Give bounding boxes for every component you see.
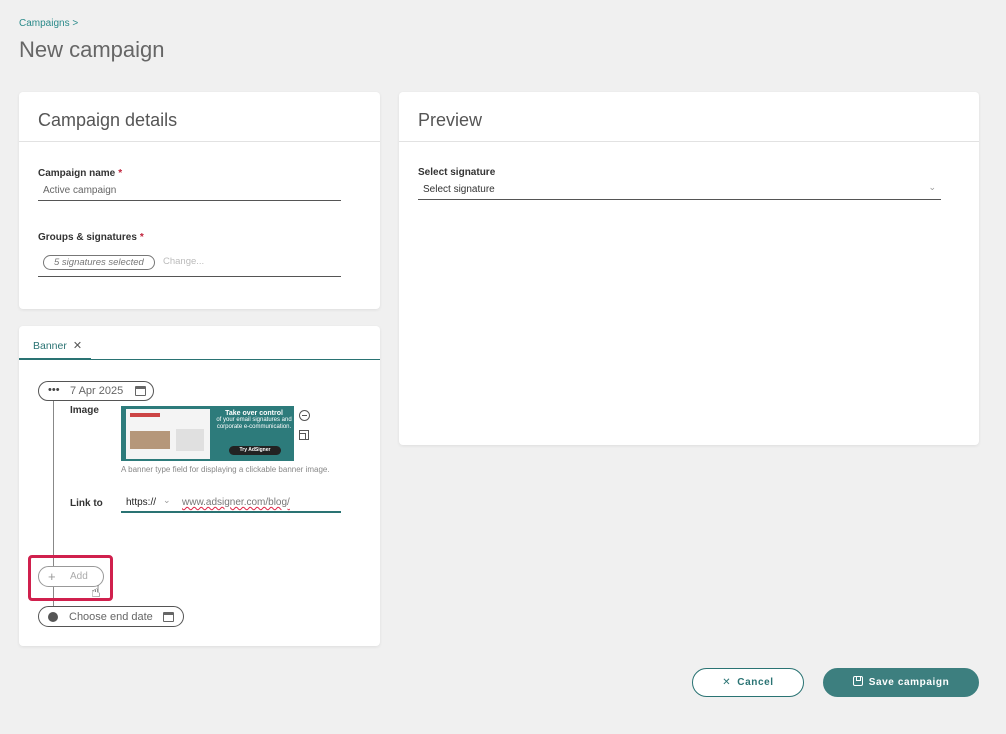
save-label: Save campaign [868, 677, 950, 688]
preview-title: Preview [399, 92, 979, 142]
end-dot-icon [48, 612, 58, 622]
tab-banner-label: Banner [33, 340, 67, 352]
select-signature-label: Select signature [418, 167, 496, 178]
hand-cursor-icon: ☝ [91, 584, 101, 601]
breadcrumb[interactable]: Campaigns > [19, 18, 78, 29]
cancel-button[interactable]: ✕ Cancel [692, 668, 804, 697]
end-date-label: Choose end date [69, 611, 153, 623]
banner-text: Take over control of your email signatur… [215, 410, 293, 431]
chevron-down-icon[interactable]: ⌄ [163, 495, 171, 506]
page-title: New campaign [19, 37, 165, 62]
calendar-icon[interactable] [135, 386, 146, 396]
banner-photo [130, 431, 170, 449]
chevron-down-icon: ⌄ [928, 182, 936, 192]
add-label: Add [70, 571, 88, 582]
image-help-text: A banner type field for displaying a cli… [121, 465, 330, 474]
link-to-label: Link to [70, 498, 103, 509]
image-label: Image [70, 405, 99, 416]
resize-image-icon[interactable] [299, 430, 309, 440]
groups-signatures-field[interactable]: 5 signatures selected Change... [38, 251, 341, 277]
close-icon: ✕ [722, 677, 732, 688]
start-date-value: 7 Apr 2025 [70, 385, 124, 397]
groups-signatures-label: Groups & signatures * [38, 232, 144, 243]
cancel-label: Cancel [737, 677, 774, 688]
close-icon[interactable]: ✕ [73, 340, 82, 352]
save-campaign-button[interactable]: Save campaign [823, 668, 979, 697]
banner-headline: Take over control [225, 410, 283, 417]
tab-strip: Banner ✕ [19, 326, 380, 360]
more-options-icon[interactable]: ••• [48, 384, 60, 396]
banner-cta: Try AdSigner [229, 446, 281, 455]
required-mark: * [139, 232, 144, 243]
start-date-pill[interactable]: ••• 7 Apr 2025 [38, 381, 154, 401]
link-field: https:// ⌄ www.adsigner.com/blog/ [121, 494, 341, 513]
banner-image[interactable]: Take over control of your email signatur… [121, 406, 294, 461]
signature-select[interactable]: Select signature ⌄ [418, 181, 941, 200]
plus-icon: + [48, 569, 56, 584]
change-link[interactable]: Change... [163, 256, 204, 267]
campaign-details-title: Campaign details [19, 92, 380, 142]
required-mark: * [118, 168, 123, 179]
campaign-name-label: Campaign name * [38, 168, 123, 179]
tab-banner[interactable]: Banner ✕ [19, 326, 91, 360]
campaign-details-card: Campaign details Campaign name * Active c… [19, 92, 380, 309]
protocol-select[interactable]: https:// [126, 497, 156, 508]
banner-subtext: of your email signatures and corporate e… [216, 417, 292, 430]
banner-screenshot [126, 409, 210, 459]
banner-signature-sample [176, 429, 204, 451]
end-date-pill[interactable]: Choose end date [38, 606, 184, 627]
banner-logo-bar [130, 413, 160, 417]
remove-image-icon[interactable] [299, 410, 310, 421]
preview-card: Preview Select signature Select signatur… [399, 92, 979, 445]
banner-card: Banner ✕ ••• 7 Apr 2025 Image Take over c… [19, 326, 380, 646]
calendar-icon[interactable] [163, 612, 174, 622]
signature-select-value: Select signature [423, 184, 495, 195]
save-icon [852, 676, 863, 686]
campaign-name-input[interactable]: Active campaign [38, 182, 341, 201]
signatures-selected-chip[interactable]: 5 signatures selected [43, 255, 155, 270]
url-input[interactable]: www.adsigner.com/blog/ [182, 497, 290, 508]
